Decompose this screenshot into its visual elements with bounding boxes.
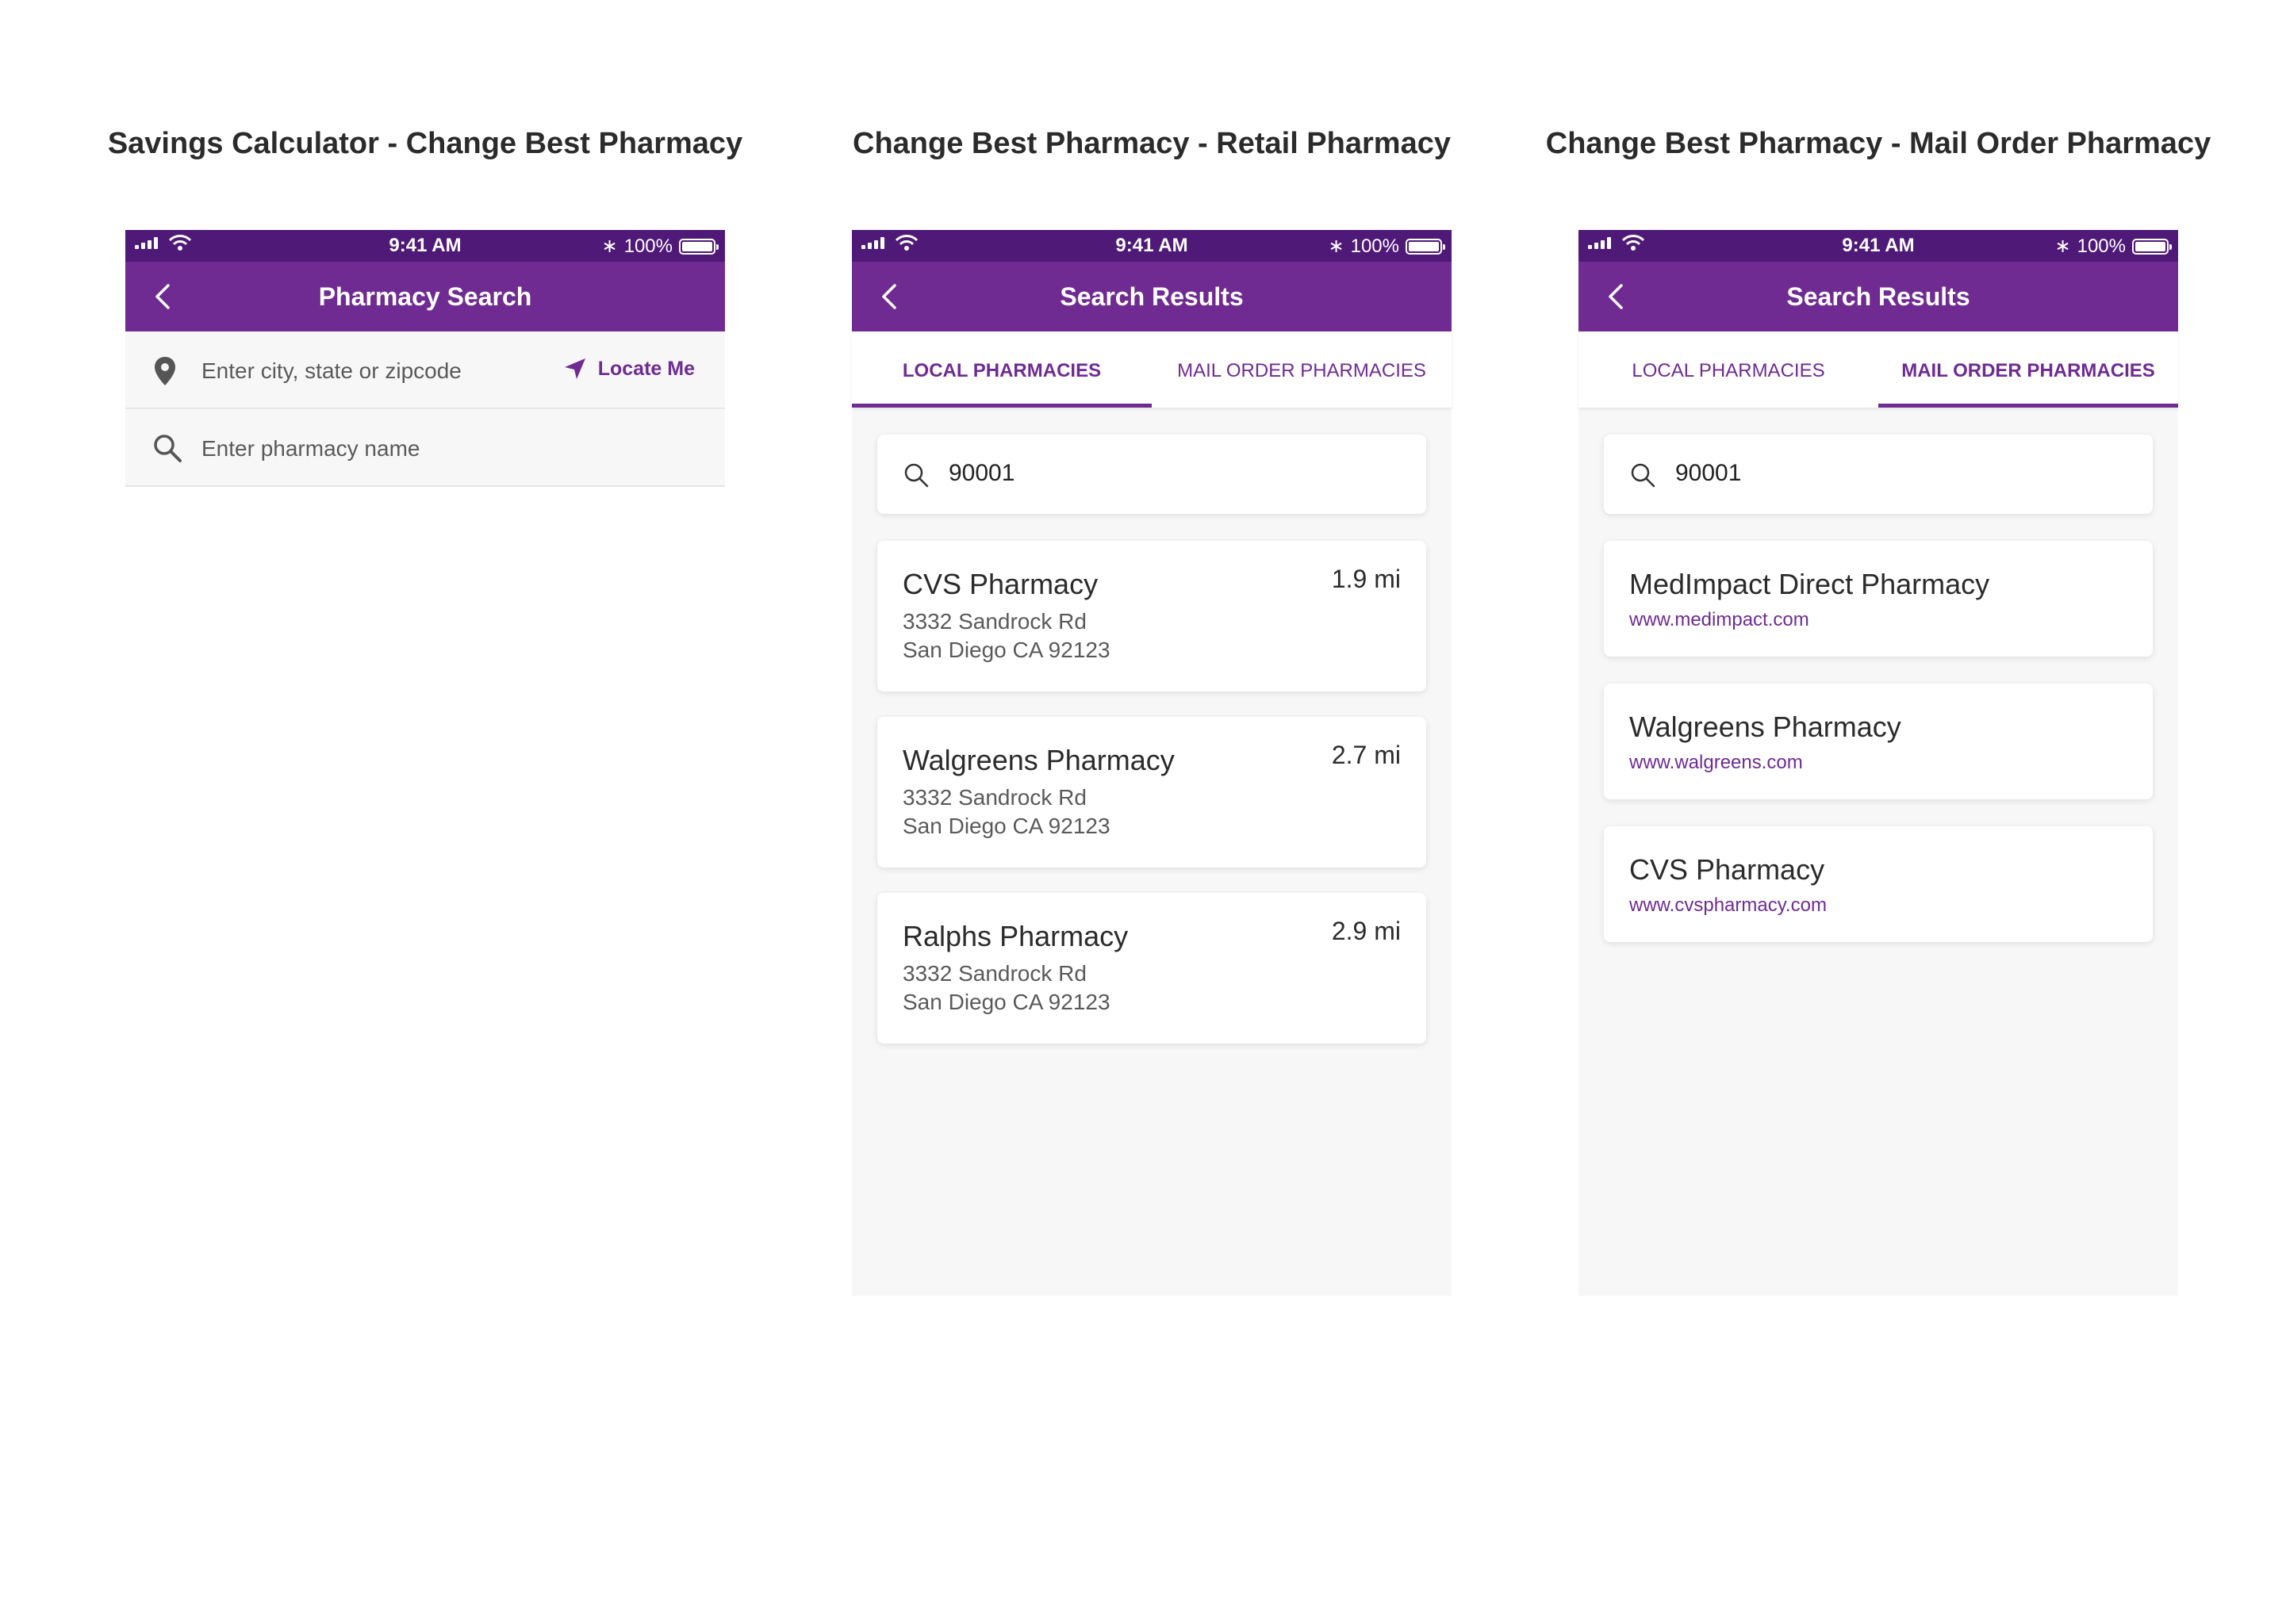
battery-percent: 100% bbox=[1350, 235, 1399, 257]
pharmacy-website[interactable]: www.walgreens.com bbox=[1629, 752, 1803, 774]
pharmacy-distance: 2.7 mi bbox=[1331, 741, 1401, 769]
battery-percent: 100% bbox=[2077, 235, 2126, 257]
pharmacy-name: Ralphs Pharmacy bbox=[903, 920, 1129, 952]
artboard-title-savings: Savings Calculator - Change Best Pharmac… bbox=[107, 127, 743, 160]
mail-pharmacy-card[interactable]: MedImpact Direct Pharmacy www.medimpact.… bbox=[1604, 541, 2153, 657]
search-value: 90001 bbox=[1675, 460, 1742, 486]
pharmacy-website[interactable]: www.cvspharmacy.com bbox=[1629, 894, 1827, 917]
battery-icon bbox=[1406, 238, 1445, 255]
retail-results-screen: 9:41 AM ∗ 100% Search Results LOCAL PHAR… bbox=[852, 230, 1452, 1296]
artboard-title-retail: Change Best Pharmacy - Retail Pharmacy bbox=[853, 127, 1451, 160]
pharmacy-search-screen: 9:41 AM ∗ 100% Pharmacy Search Enter cit… bbox=[125, 230, 725, 492]
tab-mail-order-pharmacies[interactable]: MAIL ORDER PHARMACIES bbox=[1878, 331, 2178, 408]
pharmacy-distance: 1.9 mi bbox=[1331, 565, 1401, 593]
battery-icon bbox=[679, 238, 719, 255]
bluetooth-icon: ∗ bbox=[601, 236, 618, 257]
page-title: Pharmacy Search bbox=[318, 282, 532, 311]
mail-order-results-screen: 9:41 AM ∗ 100% Search Results LOCAL PHAR… bbox=[1578, 230, 2178, 1296]
battery-icon bbox=[2132, 238, 2172, 255]
search-icon bbox=[904, 463, 929, 488]
navigation-arrow-icon bbox=[564, 358, 585, 379]
page-title: Search Results bbox=[1060, 282, 1244, 311]
pharmacy-city: San Diego CA 92123 bbox=[903, 814, 1110, 838]
tab-mail-order-pharmacies[interactable]: MAIL ORDER PHARMACIES bbox=[1152, 331, 1452, 408]
pharmacy-card[interactable]: Walgreens Pharmacy 2.7 mi 3332 Sandrock … bbox=[877, 717, 1426, 868]
bluetooth-icon: ∗ bbox=[1328, 236, 1344, 257]
pharmacy-name: Walgreens Pharmacy bbox=[903, 744, 1175, 776]
mail-pharmacy-card[interactable]: CVS Pharmacy www.cvspharmacy.com bbox=[1604, 826, 2153, 942]
pharmacy-city: San Diego CA 92123 bbox=[903, 990, 1110, 1014]
status-bar: 9:41 AM ∗ 100% bbox=[852, 230, 1452, 262]
pharmacy-street: 3332 Sandrock Rd bbox=[903, 609, 1087, 634]
pharmacy-distance: 2.9 mi bbox=[1331, 917, 1401, 945]
status-bar: 9:41 AM ∗ 100% bbox=[1578, 230, 2178, 262]
pharmacy-card[interactable]: Ralphs Pharmacy 2.9 mi 3332 Sandrock Rd … bbox=[877, 893, 1426, 1044]
search-input[interactable]: 90001 bbox=[1604, 435, 2153, 514]
nav-bar: Pharmacy Search bbox=[125, 262, 725, 331]
pharmacy-name: Walgreens Pharmacy bbox=[1629, 710, 1901, 743]
nav-bar: Search Results bbox=[852, 262, 1452, 331]
pharmacy-name: MedImpact Direct Pharmacy bbox=[1629, 568, 1990, 600]
nav-bar: Search Results bbox=[1578, 262, 2178, 331]
tab-local-pharmacies[interactable]: LOCAL PHARMACIES bbox=[1578, 331, 1878, 408]
pharmacy-name: CVS Pharmacy bbox=[903, 568, 1099, 600]
search-input[interactable]: 90001 bbox=[877, 435, 1426, 514]
location-placeholder: Enter city, state or zipcode bbox=[201, 358, 462, 383]
results-tabs: LOCAL PHARMACIES MAIL ORDER PHARMACIES bbox=[1578, 331, 2178, 408]
pharmacy-card[interactable]: CVS Pharmacy 1.9 mi 3332 Sandrock Rd San… bbox=[877, 541, 1426, 691]
mail-pharmacy-card[interactable]: Walgreens Pharmacy www.walgreens.com bbox=[1604, 684, 2153, 799]
page-title: Search Results bbox=[1786, 282, 1970, 311]
locate-me-label: Locate Me bbox=[597, 357, 695, 380]
battery-percent: 100% bbox=[623, 235, 673, 257]
results-tabs: LOCAL PHARMACIES MAIL ORDER PHARMACIES bbox=[852, 331, 1452, 408]
locate-me-button[interactable]: Locate Me bbox=[563, 357, 695, 381]
pharmacy-street: 3332 Sandrock Rd bbox=[903, 785, 1087, 810]
pharmacy-website[interactable]: www.medimpact.com bbox=[1629, 609, 1809, 631]
pharmacy-street: 3332 Sandrock Rd bbox=[903, 961, 1087, 986]
tab-local-pharmacies[interactable]: LOCAL PHARMACIES bbox=[852, 331, 1152, 408]
pharmacy-city: San Diego CA 92123 bbox=[903, 638, 1110, 662]
status-bar: 9:41 AM ∗ 100% bbox=[125, 230, 725, 262]
pharmacy-name: CVS Pharmacy bbox=[1629, 853, 1825, 886]
pharmacy-name-input[interactable]: Enter pharmacy name bbox=[125, 409, 725, 487]
bluetooth-icon: ∗ bbox=[2054, 236, 2071, 257]
search-icon bbox=[1631, 463, 1655, 488]
artboard-title-mail: Change Best Pharmacy - Mail Order Pharma… bbox=[1545, 127, 2211, 160]
search-icon bbox=[154, 435, 182, 462]
location-pin-icon bbox=[155, 357, 175, 385]
location-input[interactable]: Enter city, state or zipcode Locate Me bbox=[125, 331, 725, 409]
search-value: 90001 bbox=[949, 460, 1015, 486]
pharmacy-name-placeholder: Enter pharmacy name bbox=[201, 436, 420, 461]
